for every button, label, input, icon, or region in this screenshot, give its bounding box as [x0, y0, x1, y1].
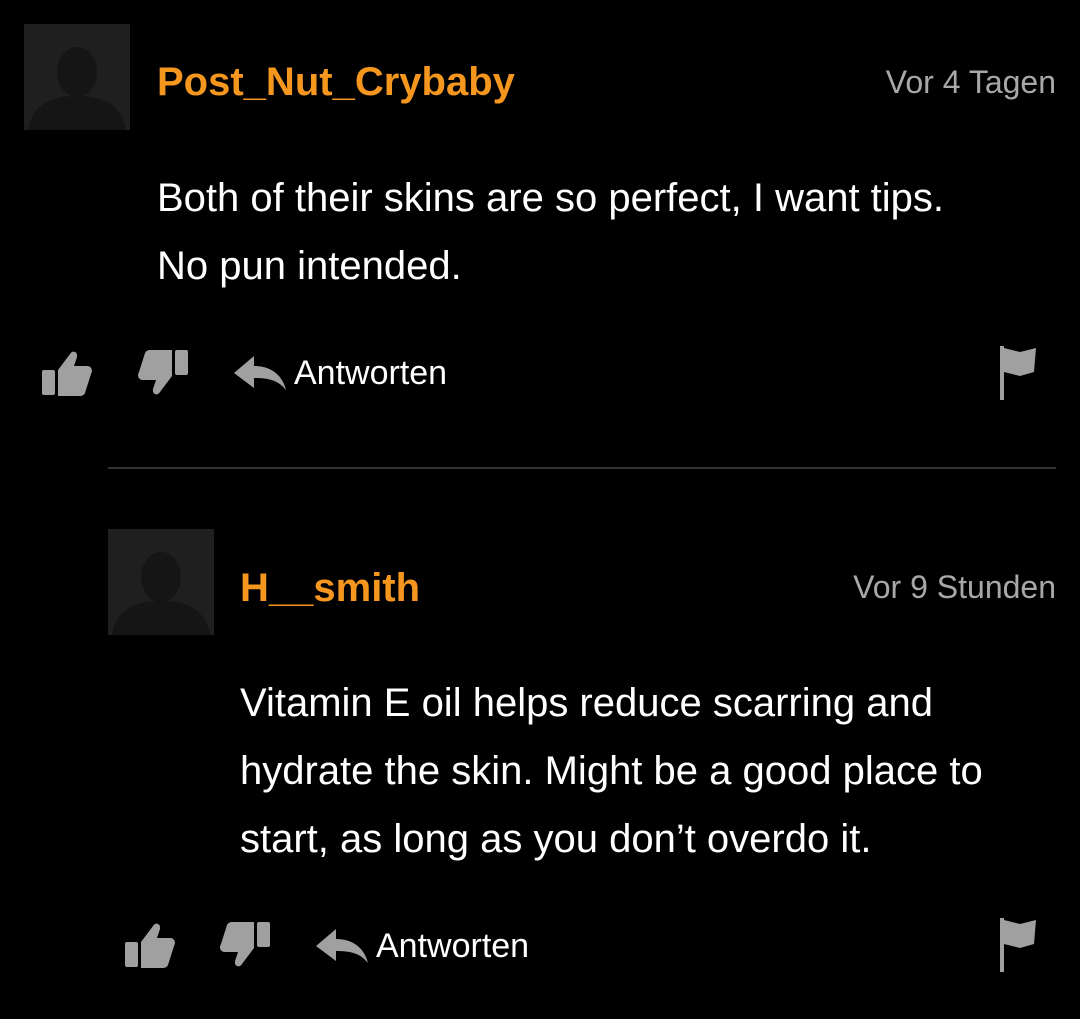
- username[interactable]: H__smith: [240, 564, 420, 612]
- divider: [108, 467, 1056, 469]
- reply-arrow-icon: [234, 356, 286, 390]
- comment-reply: H__smith Vor 9 Stunden Vitamin E oil hel…: [0, 470, 1080, 1019]
- comment-text: Both of their skins are so perfect, I wa…: [157, 176, 945, 288]
- thumbs-up-icon: [125, 923, 175, 968]
- comment-text: Vitamin E oil helps reduce scarring and …: [240, 681, 983, 861]
- flag-icon: [1000, 346, 1036, 400]
- reply-button[interactable]: Antworten: [316, 925, 529, 967]
- thumbs-up-icon: [42, 351, 92, 396]
- avatar-silhouette-icon: [108, 529, 214, 635]
- thumbs-down-icon: [138, 350, 188, 395]
- thumbs-up-button[interactable]: [123, 918, 177, 972]
- reply-label: Antworten: [294, 354, 448, 392]
- comment: Post_Nut_Crybaby Vor 4 Tagen Both of the…: [0, 0, 1080, 460]
- thumbs-down-button[interactable]: [218, 918, 272, 972]
- reply-label: Antworten: [376, 927, 530, 965]
- avatar-silhouette-icon: [24, 24, 130, 130]
- flag-button[interactable]: [998, 344, 1038, 402]
- thumbs-down-icon: [220, 922, 270, 967]
- username[interactable]: Post_Nut_Crybaby: [157, 58, 515, 106]
- timestamp: Vor 9 Stunden: [853, 569, 1056, 605]
- reply-arrow-icon: [316, 929, 368, 963]
- thumbs-down-button[interactable]: [136, 346, 190, 400]
- flag-icon: [1000, 918, 1036, 972]
- avatar[interactable]: [108, 529, 214, 635]
- avatar[interactable]: [24, 24, 130, 130]
- timestamp: Vor 4 Tagen: [885, 64, 1056, 100]
- flag-button[interactable]: [998, 916, 1038, 974]
- thumbs-up-button[interactable]: [40, 346, 94, 400]
- reply-button[interactable]: Antworten: [234, 352, 447, 394]
